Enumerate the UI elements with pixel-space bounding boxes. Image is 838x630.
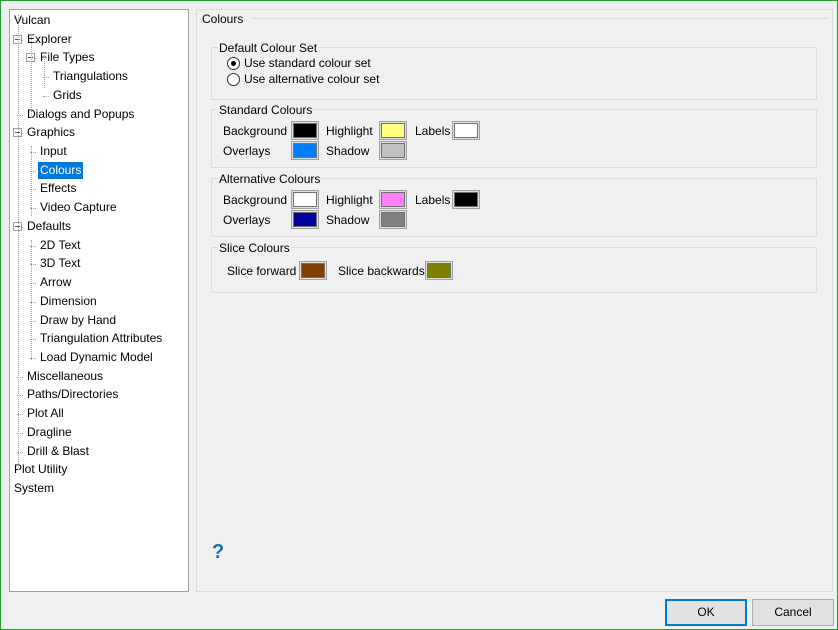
highlight-label: Highlight — [326, 193, 373, 207]
radio-alternative[interactable] — [227, 73, 240, 86]
highlight-colour-swatch[interactable] — [379, 190, 407, 209]
tree-item[interactable]: 2D Text — [38, 237, 82, 254]
overlays-label: Overlays — [223, 144, 271, 158]
default-colour-set-group: Default Colour Set Use standard colour s… — [211, 41, 817, 100]
slice-forward-swatch[interactable] — [299, 261, 327, 280]
tree-item[interactable]: Dimension — [38, 293, 99, 310]
tree-item[interactable]: Colours — [38, 161, 84, 179]
tree-item[interactable]: Plot All — [25, 405, 66, 422]
group-title: Slice Colours — [218, 241, 291, 255]
overlays-colour-swatch[interactable] — [291, 141, 319, 160]
tree-item[interactable]: Dragline — [25, 424, 74, 441]
tree-item[interactable]: 3D Text — [38, 255, 82, 272]
settings-tree[interactable]: Vulcan Explorer File Types Triangulations Gr… — [9, 9, 189, 592]
panel-title: Colours — [202, 12, 244, 26]
tree-item[interactable]: Load Dynamic Model — [38, 349, 155, 366]
labels-label: Labels — [415, 124, 451, 138]
overlays-label: Overlays — [223, 213, 271, 227]
tree-item[interactable]: Defaults — [25, 218, 73, 235]
background-colour-swatch[interactable] — [291, 121, 319, 140]
tree-item[interactable]: Video Capture — [38, 199, 119, 216]
tree-item[interactable]: Triangulation Attributes — [38, 330, 164, 347]
overlays-colour-swatch[interactable] — [291, 210, 319, 229]
radio-alternative-label[interactable]: Use alternative colour set — [244, 72, 379, 86]
shadow-colour-swatch[interactable] — [379, 210, 407, 229]
tree-item[interactable]: Explorer — [25, 31, 74, 48]
tree-item[interactable]: Dialogs and Popups — [25, 106, 136, 123]
ok-button[interactable]: OK — [665, 599, 747, 626]
tree-item[interactable]: Triangulations — [51, 68, 130, 85]
tree-item[interactable]: Graphics — [25, 124, 77, 141]
slice-backwards-label: Slice backwards — [338, 264, 425, 278]
tree-item[interactable]: Miscellaneous — [25, 368, 105, 385]
tree-item[interactable]: Paths/Directories — [25, 386, 120, 403]
alternative-colours-group: Alternative Colours Background Highlight La… — [211, 172, 817, 237]
group-title: Alternative Colours — [218, 172, 322, 186]
tree-item[interactable]: Input — [38, 143, 69, 160]
labels-colour-swatch[interactable] — [452, 190, 480, 209]
tree-item[interactable]: Plot Utility — [12, 461, 69, 478]
tree-item[interactable]: Effects — [38, 180, 78, 197]
tree-item[interactable]: Grids — [51, 87, 84, 104]
background-label: Background — [223, 124, 288, 138]
labels-label: Labels — [415, 193, 451, 207]
background-colour-swatch[interactable] — [291, 190, 319, 209]
highlight-label: Highlight — [326, 124, 373, 138]
tree-item[interactable]: System — [12, 480, 56, 497]
shadow-colour-swatch[interactable] — [379, 141, 407, 160]
tree-item[interactable]: File Types — [38, 49, 96, 66]
highlight-colour-swatch[interactable] — [379, 121, 407, 140]
group-title: Standard Colours — [218, 103, 314, 117]
slice-forward-label: Slice forward — [227, 264, 297, 278]
radio-standard[interactable] — [227, 57, 240, 70]
help-icon[interactable]: ? — [212, 541, 224, 564]
tree-item[interactable]: Draw by Hand — [38, 312, 118, 329]
tree-item[interactable]: Drill & Blast — [25, 443, 91, 460]
slice-colours-group: Slice Colours Slice forward Slice backwa… — [211, 241, 817, 293]
slice-backwards-swatch[interactable] — [425, 261, 453, 280]
labels-colour-swatch[interactable] — [452, 121, 480, 140]
standard-colours-group: Standard Colours Background Highlight Label… — [211, 103, 817, 168]
colours-panel: Colours Default Colour Set Use standard … — [196, 9, 833, 592]
group-title: Default Colour Set — [218, 41, 319, 55]
shadow-label: Shadow — [326, 213, 370, 227]
tree-item[interactable]: Arrow — [38, 274, 73, 291]
cancel-button[interactable]: Cancel — [752, 599, 834, 626]
radio-standard-label[interactable]: Use standard colour set — [244, 56, 371, 70]
background-label: Background — [223, 193, 288, 207]
shadow-label: Shadow — [326, 144, 370, 158]
